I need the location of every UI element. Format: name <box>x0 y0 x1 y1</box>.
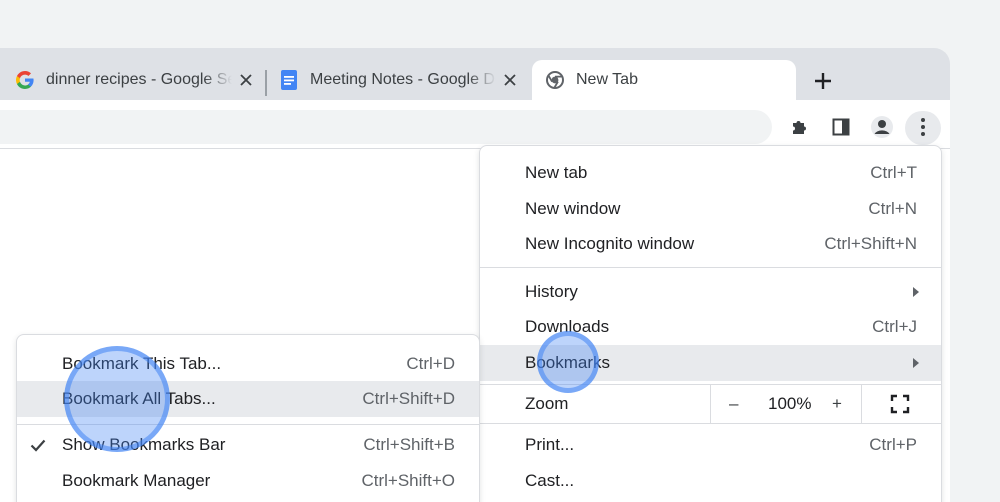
kebab-menu-icon[interactable] <box>908 112 938 142</box>
close-icon[interactable] <box>500 70 520 90</box>
tab-title: New Tab <box>576 71 638 88</box>
extensions-puzzle-icon[interactable] <box>785 112 815 142</box>
menu-item-shortcut: Ctrl+Shift+B <box>363 435 455 454</box>
submenu-arrow-icon <box>913 358 919 368</box>
profile-avatar-icon[interactable] <box>867 112 897 142</box>
menu-separator <box>480 423 941 424</box>
menu-item-zoom: Zoom – 100% + <box>480 385 941 423</box>
tab-meeting-notes[interactable]: Meeting Notes - Google Docs <box>280 60 520 100</box>
submenu-arrow-icon <box>913 287 919 297</box>
toolbar <box>0 100 950 148</box>
menu-item-shortcut: Ctrl+Shift+D <box>362 389 455 408</box>
google-docs-icon <box>280 70 298 90</box>
tap-indicator <box>537 331 599 393</box>
zoom-in-button[interactable]: + <box>832 394 842 414</box>
menu-item-new-incognito-window[interactable]: New Incognito window Ctrl+Shift+N <box>480 226 941 262</box>
menu-separator <box>480 267 941 268</box>
zoom-controls: – 100% + <box>710 385 941 423</box>
tab-dinner-recipes[interactable]: dinner recipes - Google Search <box>16 60 256 100</box>
address-bar[interactable] <box>0 110 772 144</box>
chrome-icon <box>546 71 564 89</box>
menu-item-shortcut: Ctrl+P <box>869 435 917 454</box>
checkmark-icon <box>29 436 47 454</box>
zoom-level: 100% <box>768 394 812 413</box>
zoom-divider <box>861 385 862 423</box>
menu-item-new-window[interactable]: New window Ctrl+N <box>480 191 941 227</box>
tab-content: New Tab <box>546 60 638 100</box>
menu-item-label: Bookmark Manager <box>62 471 211 490</box>
google-g-icon <box>16 71 34 89</box>
close-icon[interactable] <box>236 70 256 90</box>
menu-item-label: Print... <box>525 435 575 454</box>
side-panel-icon[interactable] <box>826 112 856 142</box>
plus-icon <box>815 73 831 89</box>
menu-item-cast[interactable]: Cast... <box>480 463 941 499</box>
new-tab-button[interactable] <box>810 68 836 94</box>
menu-item-shortcut: Ctrl+D <box>406 354 455 373</box>
menu-item-label: Cast... <box>525 471 575 490</box>
menu-item-history[interactable]: History <box>480 274 941 310</box>
fullscreen-icon[interactable] <box>890 394 910 414</box>
tab-title: Meeting Notes - Google Docs <box>310 71 496 88</box>
tab-divider <box>265 70 267 96</box>
menu-item-label: New window <box>525 199 621 218</box>
menu-item-shortcut: Ctrl+Shift+O <box>361 471 455 490</box>
menu-item-label: History <box>525 282 578 301</box>
tab-title: dinner recipes - Google Search <box>46 71 232 88</box>
menu-item-print[interactable]: Print... Ctrl+P <box>480 427 941 463</box>
menu-item-shortcut: Ctrl+Shift+N <box>824 234 917 253</box>
menu-item-label: New Incognito window <box>525 234 695 253</box>
menu-item-label: New tab <box>525 163 588 182</box>
zoom-label: Zoom <box>525 394 569 413</box>
chrome-main-menu: New tab Ctrl+T New window Ctrl+N New Inc… <box>479 145 942 502</box>
submenu-item-bookmark-manager[interactable]: Bookmark Manager Ctrl+Shift+O <box>17 463 479 499</box>
menu-item-new-tab[interactable]: New tab Ctrl+T <box>480 155 941 191</box>
tap-indicator <box>64 346 170 452</box>
zoom-out-button[interactable]: – <box>729 394 738 414</box>
menu-item-shortcut: Ctrl+N <box>868 199 917 218</box>
menu-item-shortcut: Ctrl+T <box>870 163 917 182</box>
menu-item-shortcut: Ctrl+J <box>872 317 917 336</box>
